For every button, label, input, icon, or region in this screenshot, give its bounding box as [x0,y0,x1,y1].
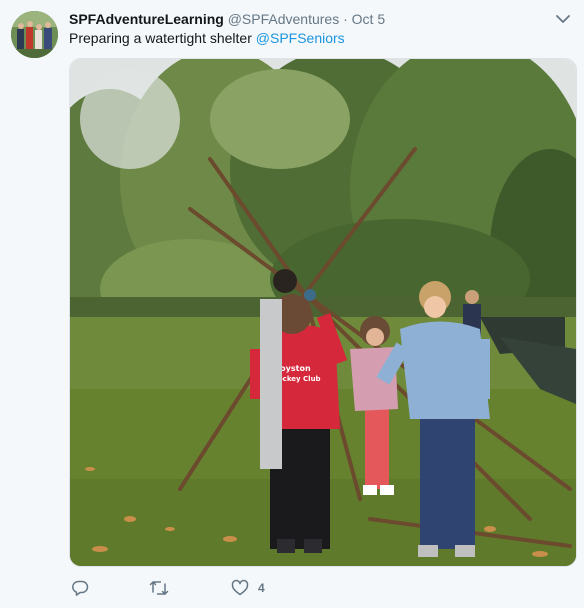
tweet-photo[interactable]: Royston Hockey Club [69,58,577,567]
tweet-actions: 4 [69,577,369,599]
reply-button[interactable] [71,577,89,599]
reply-icon [71,579,89,597]
avatar[interactable] [11,11,58,58]
like-count: 4 [258,581,265,595]
tweet-date[interactable]: Oct 5 [352,11,385,27]
shelter-photo: Royston Hockey Club [70,59,576,566]
tweet-body: Preparing a watertight shelter [69,30,252,46]
heart-icon [231,579,249,597]
retweet-icon [149,579,169,597]
tweet-text: Preparing a watertight shelter @SPFSenio… [69,29,345,47]
chevron-down-icon[interactable] [554,10,572,28]
separator-dot: · [343,11,348,27]
tweet-header: SPFAdventureLearning @SPFAdventures · Oc… [69,10,544,30]
retweet-button[interactable] [149,577,169,599]
like-button[interactable]: 4 [231,577,265,599]
tweet-card: SPFAdventureLearning @SPFAdventures · Oc… [0,0,584,608]
user-handle[interactable]: @SPFAdventures [228,11,340,27]
display-name[interactable]: SPFAdventureLearning [69,11,224,27]
mention-link[interactable]: @SPFSeniors [256,30,345,46]
avatar-image [11,11,58,58]
